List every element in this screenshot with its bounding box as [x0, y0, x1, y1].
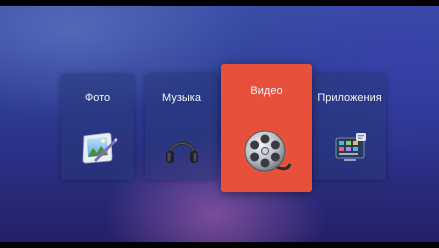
- apps-icon: [335, 133, 366, 161]
- photo-icon: [82, 132, 117, 164]
- menu-tile-music[interactable]: Музыка: [145, 74, 218, 180]
- menu-tile-label: Приложения: [317, 92, 382, 104]
- menu-tile-video[interactable]: Видео: [221, 64, 312, 192]
- film-reel-icon: [244, 130, 291, 172]
- menu-tile-photo[interactable]: Фото: [61, 74, 134, 180]
- top-bezel: [0, 0, 439, 6]
- menu-tile-apps[interactable]: Приложения: [313, 74, 386, 180]
- bottom-bezel: [0, 242, 439, 248]
- menu-tile-label: Фото: [84, 92, 111, 104]
- menu-tile-label: Видео: [250, 85, 283, 97]
- menu-tile-label: Музыка: [162, 92, 201, 104]
- headphones-icon: [165, 141, 198, 163]
- media-home-screen: Фото Музыка Видео Приложения: [0, 0, 439, 248]
